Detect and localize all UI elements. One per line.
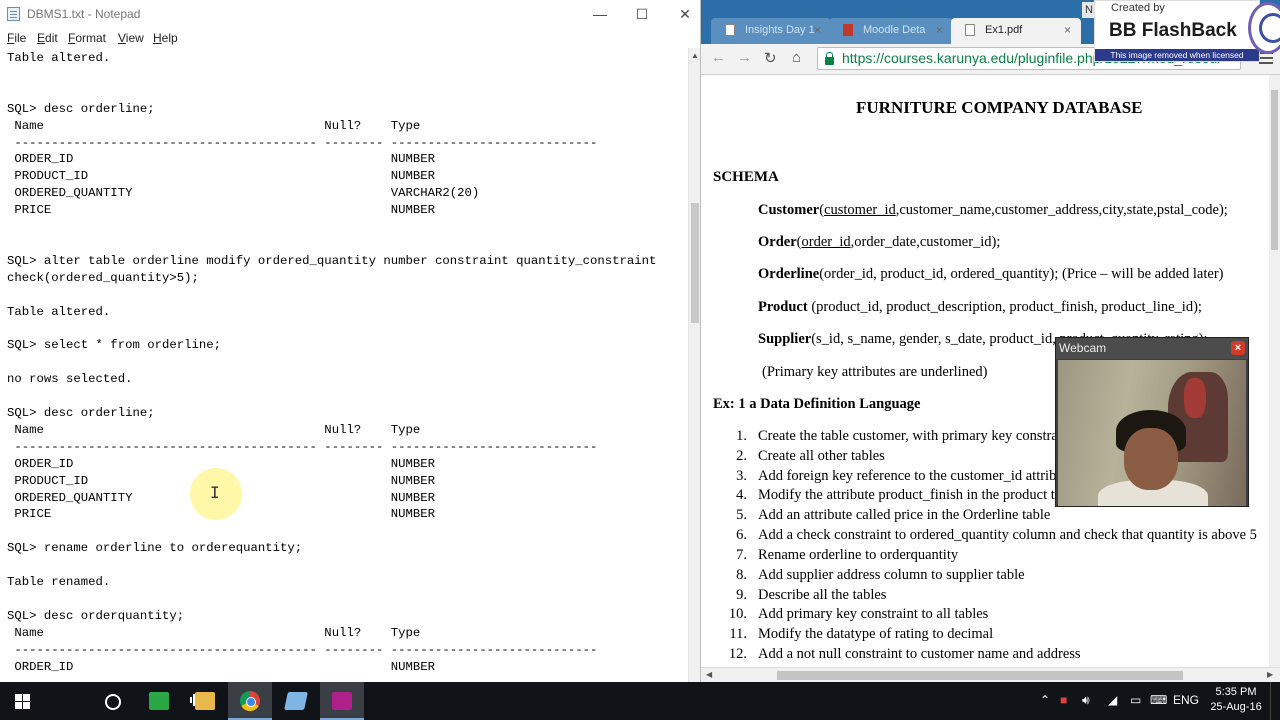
menu-edit[interactable]: Edit	[37, 31, 58, 45]
notepad-text-area[interactable]: Table altered. SQL> desc orderline; Name…	[7, 50, 687, 678]
watermark-created-by: Created by	[1111, 2, 1165, 14]
network-icon[interactable]: ◢	[1108, 693, 1117, 707]
webcam-close-icon[interactable]: ×	[1231, 341, 1245, 355]
tab-close-icon[interactable]: ×	[936, 23, 943, 37]
scrollbar-thumb[interactable]	[1271, 90, 1278, 250]
start-button[interactable]	[0, 682, 44, 720]
scrollbar-thumb[interactable]	[691, 203, 699, 323]
schema-customer: Customer(customer_id,customer_name,custo…	[758, 202, 1228, 218]
show-desktop-button[interactable]	[1270, 682, 1280, 720]
recorder-watermark: Created by BB FlashBack This image remov…	[1094, 0, 1260, 62]
taskbar-file-explorer[interactable]	[183, 682, 227, 720]
pdf-horizontal-scrollbar[interactable]: ◀ ▶	[701, 667, 1280, 682]
taskbar-app-green[interactable]	[137, 682, 181, 720]
schema-heading: SCHEMA	[713, 169, 779, 185]
cortana-button[interactable]	[45, 682, 121, 720]
scroll-up-arrow-icon[interactable]: ▲	[691, 51, 699, 60]
green-app-icon	[149, 692, 169, 710]
notepad-window: DBMS1.txt - Notepad — ☐ ✕ File Edit Form…	[0, 0, 701, 682]
close-button[interactable]: ✕	[665, 4, 700, 24]
taskbar-recorder[interactable]	[320, 682, 364, 720]
system-clock[interactable]: 5:35 PM 25-Aug-16	[1210, 685, 1262, 715]
taskbar-chrome[interactable]	[228, 682, 272, 720]
pdf-vertical-scrollbar[interactable]	[1269, 75, 1280, 667]
schema-orderline: Orderline(order_id, product_id, ordered_…	[758, 266, 1224, 282]
tab-insights[interactable]: Insights Day 1 ×	[711, 18, 831, 44]
taskbar-notepad[interactable]	[274, 682, 318, 720]
clock-date: 25-Aug-16	[1210, 701, 1262, 713]
tab-ex1-pdf[interactable]: Ex1.pdf ×	[951, 18, 1081, 44]
watermark-notice: This image removed when licensed	[1095, 49, 1259, 61]
chrome-icon	[240, 691, 260, 711]
pdf-title: FURNITURE COMPANY DATABASE	[856, 98, 1143, 117]
pdf-page-icon	[965, 24, 975, 36]
notepad-app-icon	[7, 7, 20, 21]
scroll-left-arrow-icon[interactable]: ◀	[706, 670, 712, 679]
minimize-button[interactable]: —	[580, 4, 620, 24]
background-object	[1184, 378, 1206, 418]
text-cursor-icon: I	[210, 483, 220, 502]
menu-file[interactable]: File	[7, 31, 26, 45]
tab-moodle[interactable]: Moodle Deta ×	[829, 18, 953, 44]
keyboard-icon[interactable]: ⌨	[1150, 693, 1167, 707]
lock-icon	[825, 52, 834, 65]
scroll-right-arrow-icon[interactable]: ▶	[1267, 670, 1273, 679]
scrollbar-thumb[interactable]	[777, 671, 1183, 680]
notepad-vertical-scrollbar[interactable]: ▲	[688, 48, 700, 682]
webcam-titlebar[interactable]: Webcam ×	[1056, 338, 1248, 359]
folder-icon	[195, 692, 215, 710]
menu-help[interactable]: Help	[153, 31, 178, 45]
schema-product: Product (product_id, product_description…	[758, 299, 1202, 315]
back-arrow-icon[interactable]: ←	[711, 49, 726, 66]
action-center-icon[interactable]: ▭	[1130, 693, 1141, 707]
schema-order: Order(order_id,order_date,customer_id);	[758, 234, 1001, 250]
webcam-window[interactable]: Webcam ×	[1055, 337, 1249, 507]
webcam-video-feed	[1058, 360, 1246, 506]
exercise-heading: Ex: 1 a Data Definition Language	[713, 396, 921, 412]
recorder-icon	[332, 692, 352, 710]
task-view-button[interactable]	[90, 682, 210, 720]
menu-view[interactable]: View	[118, 31, 144, 45]
forward-arrow-icon[interactable]: →	[737, 49, 752, 66]
notepad-menubar: File Edit Format View Help	[0, 28, 700, 48]
menu-format[interactable]: Format	[68, 31, 106, 45]
tab-close-icon[interactable]: ×	[814, 23, 821, 37]
notepad-icon	[284, 692, 308, 710]
home-icon[interactable]: ⌂	[792, 49, 801, 66]
flashback-logo-icon	[1248, 2, 1280, 54]
page-icon	[725, 24, 735, 36]
volume-icon[interactable]: 🔊︎	[1082, 693, 1090, 708]
webcam-title: Webcam	[1059, 341, 1107, 355]
notepad-titlebar[interactable]: DBMS1.txt - Notepad — ☐ ✕	[0, 0, 700, 28]
windows-logo-icon	[15, 694, 30, 709]
maximize-button[interactable]: ☐	[622, 4, 662, 24]
primary-key-note: (Primary key attributes are underlined)	[762, 364, 988, 380]
tab-close-icon[interactable]: ×	[1064, 23, 1071, 37]
moodle-icon	[843, 24, 853, 36]
watermark-brand: BB FlashBack	[1109, 20, 1237, 41]
taskbar: ⌃ ■ 🔊︎ ◢ ▭ ⌨ ENG 5:35 PM 25-Aug-16	[0, 682, 1280, 720]
clock-time: 5:35 PM	[1215, 686, 1257, 698]
reload-icon[interactable]: ↻	[764, 49, 777, 67]
show-hidden-icons-icon[interactable]: ⌃	[1040, 693, 1050, 707]
person-face	[1124, 428, 1178, 490]
input-language[interactable]: ENG	[1173, 693, 1199, 707]
notepad-title: DBMS1.txt - Notepad	[27, 7, 141, 21]
app-tray-icon[interactable]: ■	[1060, 693, 1067, 707]
